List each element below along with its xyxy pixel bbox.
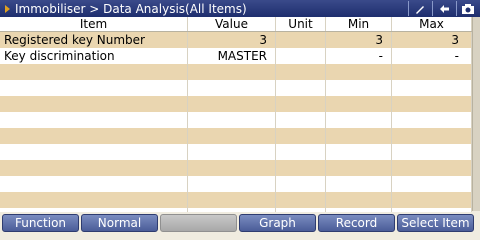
cell-min: - xyxy=(326,48,392,64)
empty-row xyxy=(0,64,472,80)
title-bar: Immobiliser > Data Analysis(All Items) xyxy=(0,0,480,17)
column-header-value[interactable]: Value xyxy=(188,17,276,31)
cell-item: Registered key Number xyxy=(0,32,188,48)
cell-unit xyxy=(276,48,326,64)
function-button[interactable]: Function xyxy=(2,214,79,232)
cell-max: - xyxy=(392,48,472,64)
column-header-min[interactable]: Min xyxy=(326,17,392,31)
column-header-max[interactable]: Max xyxy=(392,17,472,31)
empty-row xyxy=(0,128,472,144)
vertical-scrollbar[interactable] xyxy=(472,17,480,211)
select-item-button[interactable]: Select Item xyxy=(397,214,474,232)
column-header-item[interactable]: Item xyxy=(0,17,188,31)
breadcrumb: Immobiliser > Data Analysis(All Items) xyxy=(15,1,247,16)
empty-row xyxy=(0,192,472,208)
breadcrumb-arrow-icon xyxy=(5,4,10,13)
camera-icon[interactable] xyxy=(456,1,478,16)
record-button[interactable]: Record xyxy=(318,214,395,232)
column-header-unit[interactable]: Unit xyxy=(276,17,326,31)
empty-row xyxy=(0,144,472,160)
back-arrow-icon[interactable] xyxy=(432,1,454,16)
table-row[interactable]: Registered key Number 3 3 3 xyxy=(0,32,472,48)
data-table: Registered key Number 3 3 3 Key discrimi… xyxy=(0,32,472,224)
empty-row xyxy=(0,160,472,176)
blank-button xyxy=(160,214,237,232)
graph-button[interactable]: Graph xyxy=(239,214,316,232)
empty-row xyxy=(0,96,472,112)
empty-row xyxy=(0,112,472,128)
cell-unit xyxy=(276,32,326,48)
cell-max: 3 xyxy=(392,32,472,48)
cell-value: 3 xyxy=(188,32,276,48)
cell-value: MASTER xyxy=(188,48,276,64)
cell-min: 3 xyxy=(326,32,392,48)
normal-button[interactable]: Normal xyxy=(81,214,158,232)
empty-row xyxy=(0,80,472,96)
empty-row xyxy=(0,176,472,192)
table-header: Item Value Unit Min Max xyxy=(0,17,472,32)
table-row[interactable]: Key discrimination MASTER - - xyxy=(0,48,472,64)
function-button-bar: Function Normal Graph Record Select Item xyxy=(0,212,480,234)
pen-icon[interactable] xyxy=(408,1,430,16)
cell-item: Key discrimination xyxy=(0,48,188,64)
